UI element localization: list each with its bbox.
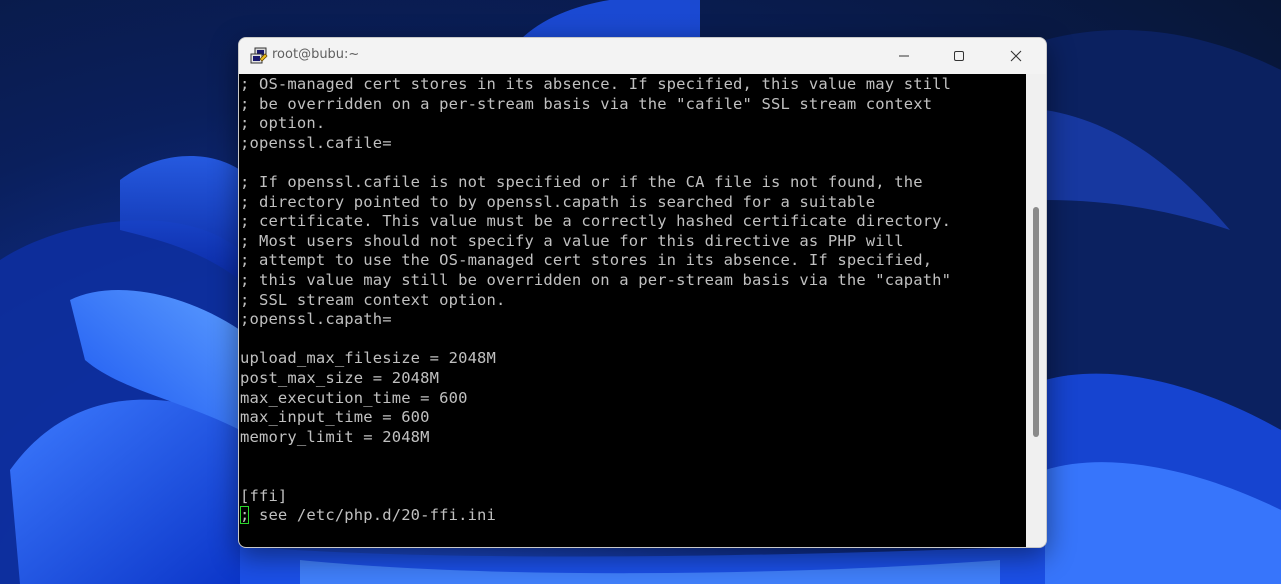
window-title: root@bubu:~	[272, 47, 360, 62]
terminal-line: ; directory pointed to by openssl.capath…	[240, 192, 876, 211]
terminal-line: ; be overridden on a per-stream basis vi…	[240, 94, 933, 113]
terminal-line: ; Most users should not specify a value …	[240, 231, 904, 250]
minimize-button[interactable]	[876, 38, 932, 74]
terminal-line: [ffi]	[240, 486, 288, 505]
terminal-line: ; certificate. This value must be a corr…	[240, 212, 952, 231]
putty-icon[interactable]	[249, 46, 269, 66]
minimize-icon	[898, 50, 910, 62]
terminal-cursor-line: ; see /etc/php.d/20-ffi.ini	[240, 506, 496, 525]
close-icon	[1010, 50, 1022, 62]
terminal-window[interactable]: root@bubu:~ ; OS-managed cert stores in …	[238, 37, 1047, 548]
terminal-line: ;openssl.cafile=	[240, 133, 392, 152]
terminal-line: ;openssl.capath=	[240, 310, 392, 329]
terminal-line: ; SSL stream context option.	[240, 290, 506, 309]
cursor-line-text: see /etc/php.d/20-ffi.ini	[249, 506, 497, 525]
terminal-output[interactable]: ; OS-managed cert stores in its absence.…	[239, 74, 1026, 547]
terminal-line: ; option.	[240, 114, 326, 133]
terminal-line: memory_limit = 2048M	[240, 427, 430, 446]
scrollbar-thumb[interactable]	[1033, 207, 1039, 437]
maximize-icon	[953, 50, 965, 62]
terminal-line: ; OS-managed cert stores in its absence.…	[240, 75, 952, 93]
close-button[interactable]	[988, 38, 1044, 74]
terminal-line: ; attempt to use the OS-managed cert sto…	[240, 251, 933, 270]
terminal-line: ; If openssl.cafile is not specified or …	[240, 173, 923, 191]
terminal-line: max_input_time = 600	[240, 408, 430, 427]
terminal-line: post_max_size = 2048M	[240, 369, 440, 387]
terminal-line: max_execution_time = 600	[240, 388, 468, 407]
maximize-button[interactable]	[931, 38, 987, 74]
title-bar[interactable]: root@bubu:~	[239, 38, 1046, 74]
terminal-line: ; this value may still be overridden on …	[240, 271, 952, 289]
terminal-line: upload_max_filesize = 2048M	[240, 349, 497, 368]
vertical-scrollbar[interactable]	[1026, 74, 1046, 547]
